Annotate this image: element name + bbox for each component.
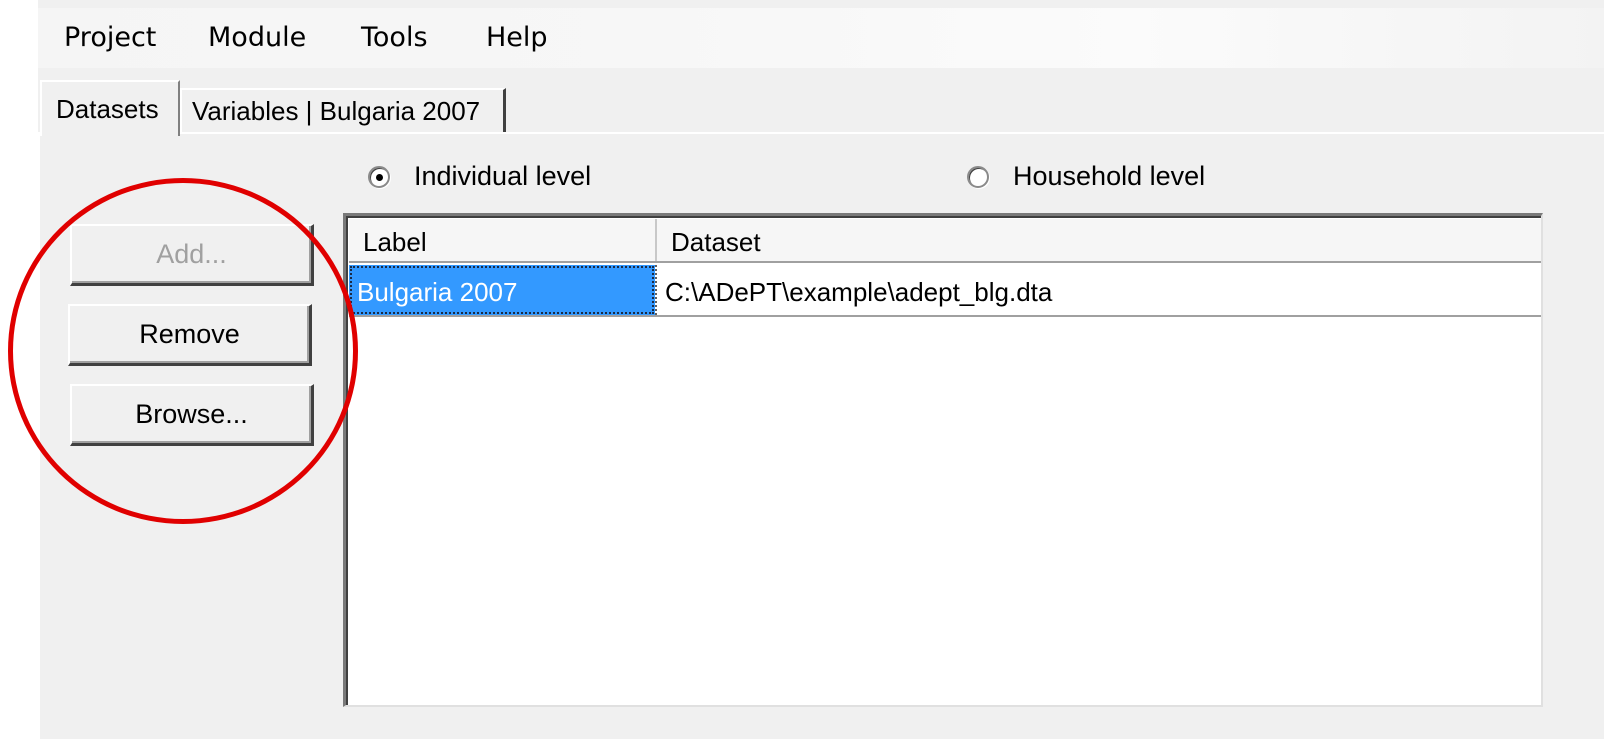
row-dataset-cell[interactable]: C:\ADePT\example\adept_blg.dta — [655, 265, 1541, 315]
datasets-list[interactable]: Label Dataset Bulgaria 2007 C:\ADePT\exa… — [343, 213, 1543, 707]
tab-variables[interactable]: Variables | Bulgaria 2007 — [180, 88, 506, 132]
column-header-label[interactable]: Label — [349, 219, 657, 261]
menu-project[interactable]: Project — [64, 22, 156, 53]
menu-tools[interactable]: Tools — [361, 22, 428, 53]
tab-datasets[interactable]: Datasets — [40, 80, 180, 136]
menu-module[interactable]: Module — [208, 22, 306, 53]
remove-button[interactable]: Remove — [68, 304, 312, 366]
radio-household-level[interactable]: Household level — [967, 161, 1205, 192]
browse-button[interactable]: Browse... — [70, 384, 314, 446]
menu-bar: Project Module Tools Help — [38, 8, 1604, 68]
list-header: Label Dataset — [349, 219, 1541, 263]
app-window: Project Module Tools Help Datasets Varia… — [38, 0, 1604, 739]
radio-household-label: Household level — [1013, 161, 1206, 191]
add-button[interactable]: Add... — [70, 224, 314, 286]
table-row[interactable]: Bulgaria 2007 C:\ADePT\example\adept_blg… — [349, 265, 1541, 317]
radio-checked-icon[interactable] — [368, 165, 390, 188]
menu-help[interactable]: Help — [486, 22, 548, 53]
radio-individual-label: Individual level — [414, 161, 592, 191]
radio-unchecked-icon[interactable] — [967, 165, 989, 188]
column-header-dataset[interactable]: Dataset — [657, 219, 1541, 261]
radio-individual-level[interactable]: Individual level — [368, 161, 591, 192]
row-label-cell[interactable]: Bulgaria 2007 — [349, 265, 655, 315]
